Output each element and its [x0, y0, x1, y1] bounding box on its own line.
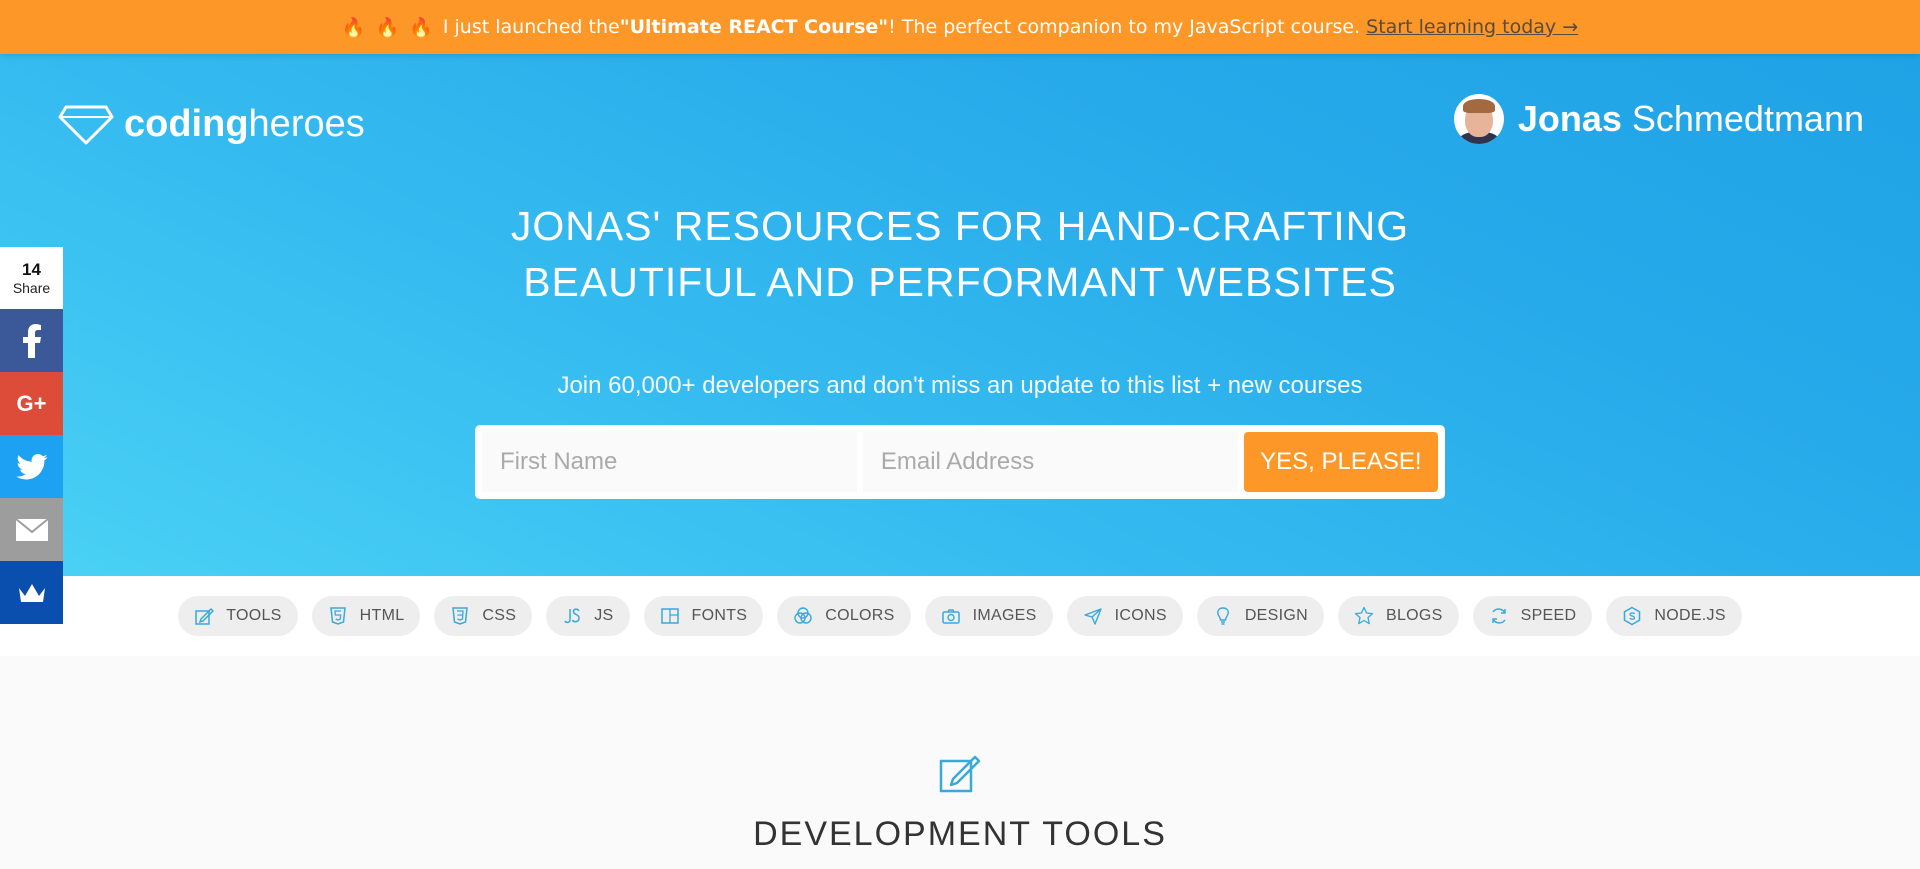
headline-line-1: JONAS' RESOURCES FOR HAND-CRAFTING — [510, 203, 1410, 249]
section-title: DEVELOPMENT TOOLS — [753, 815, 1167, 853]
html5-icon — [328, 606, 348, 626]
category-blogs[interactable]: BLOGS — [1337, 596, 1459, 636]
fire-icon: 🔥 — [409, 16, 433, 39]
edit-icon — [939, 755, 981, 793]
category-nodejs[interactable]: NODE.JS — [1606, 596, 1742, 636]
colors-icon — [793, 606, 813, 626]
category-design[interactable]: DESIGN — [1196, 596, 1324, 636]
category-label: COLORS — [825, 607, 895, 624]
logo-text-bold: coding — [124, 102, 249, 145]
category-label: NODE.JS — [1654, 607, 1726, 624]
category-images[interactable]: IMAGES — [924, 596, 1053, 636]
google-plus-share-button[interactable]: G+ — [0, 372, 63, 435]
logo-text: codingheroes — [124, 103, 365, 146]
crown-icon — [18, 583, 45, 602]
star-icon — [1354, 606, 1374, 626]
camera-icon — [941, 606, 961, 626]
fonts-icon — [660, 606, 680, 626]
category-label: HTML — [359, 607, 405, 624]
diamond-logo-icon — [58, 105, 114, 145]
signup-subline: Join 60,000+ developers and don't miss a… — [557, 372, 1363, 399]
share-count-label: Share — [12, 280, 51, 296]
avatar — [1453, 94, 1504, 144]
category-label: SPEED — [1520, 607, 1577, 624]
email-input[interactable] — [862, 432, 1238, 492]
js-icon — [562, 606, 582, 626]
category-tools[interactable]: TOOLS — [178, 596, 298, 636]
coding-heroes-logo[interactable]: codingheroes — [58, 101, 365, 147]
category-nav: TOOLS HTML CSS JS FONTS COLORS IMAGES IC… — [0, 576, 1920, 656]
category-js[interactable]: JS — [546, 596, 630, 636]
banner-course-name: "Ultimate REACT Course" — [619, 16, 889, 38]
author-badge[interactable]: Jonas Schmedtmann — [1453, 94, 1864, 144]
category-label: TOOLS — [226, 607, 282, 624]
twitter-icon — [15, 453, 48, 479]
category-icons[interactable]: ICONS — [1066, 596, 1183, 636]
author-first-name: Jonas — [1517, 98, 1622, 139]
category-label: JS — [594, 607, 614, 624]
start-learning-link[interactable]: Start learning today → — [1366, 16, 1578, 38]
edit-icon — [194, 606, 215, 626]
sumo-share-button[interactable] — [0, 561, 63, 624]
hero-section: codingheroes Jonas Schmedtmann JONAS' RE… — [0, 54, 1920, 576]
paper-plane-icon — [1083, 606, 1103, 626]
category-label: CSS — [482, 607, 517, 624]
author-last-name: Schmedtmann — [1631, 98, 1864, 139]
subscribe-button[interactable]: YES, PLEASE! — [1243, 432, 1438, 492]
share-sidebar: 14 Share G+ — [0, 247, 63, 624]
category-fonts[interactable]: FONTS — [643, 596, 764, 636]
twitter-share-button[interactable] — [0, 435, 63, 498]
lightbulb-icon — [1213, 606, 1233, 626]
headline-line-2: BEAUTIFUL AND PERFORMANT WEBSITES — [523, 259, 1397, 305]
share-count-number: 14 — [22, 260, 41, 279]
nodejs-icon — [1622, 606, 1642, 626]
envelope-icon — [14, 517, 49, 541]
announcement-banner: 🔥 🔥 🔥 I just launched the "Ultimate REAC… — [0, 0, 1920, 54]
facebook-icon — [22, 323, 41, 358]
category-label: ICONS — [1114, 607, 1167, 624]
category-label: IMAGES — [972, 607, 1037, 624]
email-share-button[interactable] — [0, 498, 63, 561]
css3-icon — [450, 606, 470, 626]
refresh-icon — [1489, 606, 1509, 626]
facebook-share-button[interactable] — [0, 309, 63, 372]
category-colors[interactable]: COLORS — [777, 596, 911, 636]
fire-icon: 🔥 — [341, 16, 366, 39]
category-label: FONTS — [691, 607, 748, 624]
category-speed[interactable]: SPEED — [1472, 596, 1593, 636]
page-headline: JONAS' RESOURCES FOR HAND-CRAFTING BEAUT… — [0, 198, 1920, 310]
category-css[interactable]: CSS — [434, 596, 533, 636]
category-label: DESIGN — [1244, 607, 1308, 624]
author-name: Jonas Schmedtmann — [1518, 98, 1864, 140]
share-count: 14 Share — [0, 247, 63, 309]
google-plus-icon: G+ — [16, 390, 47, 416]
first-name-input[interactable] — [482, 432, 857, 492]
signup-form: YES, PLEASE! — [475, 425, 1445, 499]
fire-icon: 🔥 — [375, 16, 400, 39]
category-label: BLOGS — [1385, 607, 1443, 624]
logo-text-light: heroes — [248, 102, 365, 145]
category-html[interactable]: HTML — [311, 596, 421, 636]
banner-text-after: ! The perfect companion to my JavaScript… — [888, 16, 1361, 38]
banner-text-before: I just launched the — [442, 16, 620, 38]
